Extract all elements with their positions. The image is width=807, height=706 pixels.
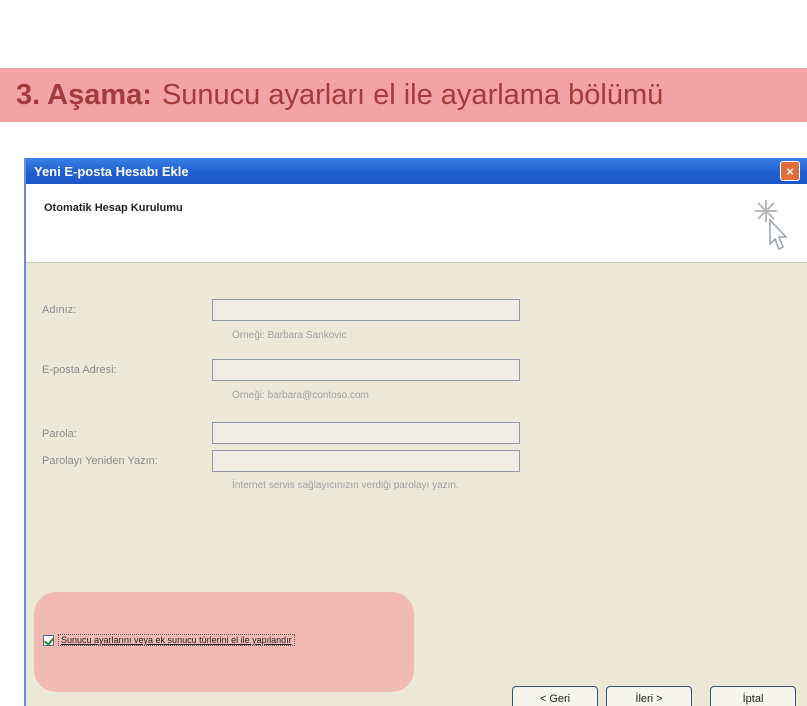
step-number: 3. Aşama: bbox=[16, 78, 152, 111]
dialog-titlebar[interactable]: Yeni E-posta Hesabı Ekle × bbox=[26, 158, 807, 184]
password-hint: İnternet servis sağlayıcınızın verdiği p… bbox=[232, 480, 459, 491]
password-label: Parola: bbox=[42, 428, 77, 440]
email-hint: Örneği: barbara@contoso.com bbox=[232, 390, 369, 401]
password-input[interactable] bbox=[212, 422, 520, 444]
manual-config-label[interactable]: Sunucu ayarlarını veya ek sunucu türleri… bbox=[58, 634, 295, 646]
email-input[interactable] bbox=[212, 359, 520, 381]
name-label: Adınız: bbox=[42, 304, 77, 316]
email-label: E-posta Adresi: bbox=[42, 364, 117, 376]
wizard-cursor-icon bbox=[755, 200, 788, 251]
close-icon: × bbox=[786, 163, 794, 179]
cancel-button[interactable]: İptal bbox=[710, 686, 796, 706]
manual-config-checkbox[interactable] bbox=[43, 634, 54, 646]
close-button[interactable]: × bbox=[780, 161, 800, 181]
name-hint: Örneği: Barbara Sankovic bbox=[232, 330, 347, 341]
wizard-header: Otomatik Hesap Kurulumu bbox=[26, 184, 807, 263]
password-retype-label: Parolayı Yeniden Yazın: bbox=[42, 455, 158, 467]
step-description: Sunucu ayarları el ile ayarlama bölümü bbox=[161, 78, 664, 111]
manual-config-row[interactable]: Sunucu ayarlarını veya ek sunucu türleri… bbox=[43, 634, 295, 646]
back-button[interactable]: < Geri bbox=[512, 686, 598, 706]
screenshot-stage: 3. Aşama: Sunucu ayarları el ile ayarlam… bbox=[0, 0, 807, 706]
password-retype-input[interactable] bbox=[212, 450, 520, 472]
next-button[interactable]: İleri > bbox=[606, 686, 692, 706]
dialog-title: Yeni E-posta Hesabı Ekle bbox=[34, 163, 189, 179]
add-email-account-dialog: Yeni E-posta Hesabı Ekle × Otomatik Hesa… bbox=[24, 158, 807, 706]
step-banner: 3. Aşama: Sunucu ayarları el ile ayarlam… bbox=[0, 68, 807, 122]
wizard-header-title: Otomatik Hesap Kurulumu bbox=[44, 202, 183, 214]
name-input[interactable] bbox=[212, 299, 520, 321]
